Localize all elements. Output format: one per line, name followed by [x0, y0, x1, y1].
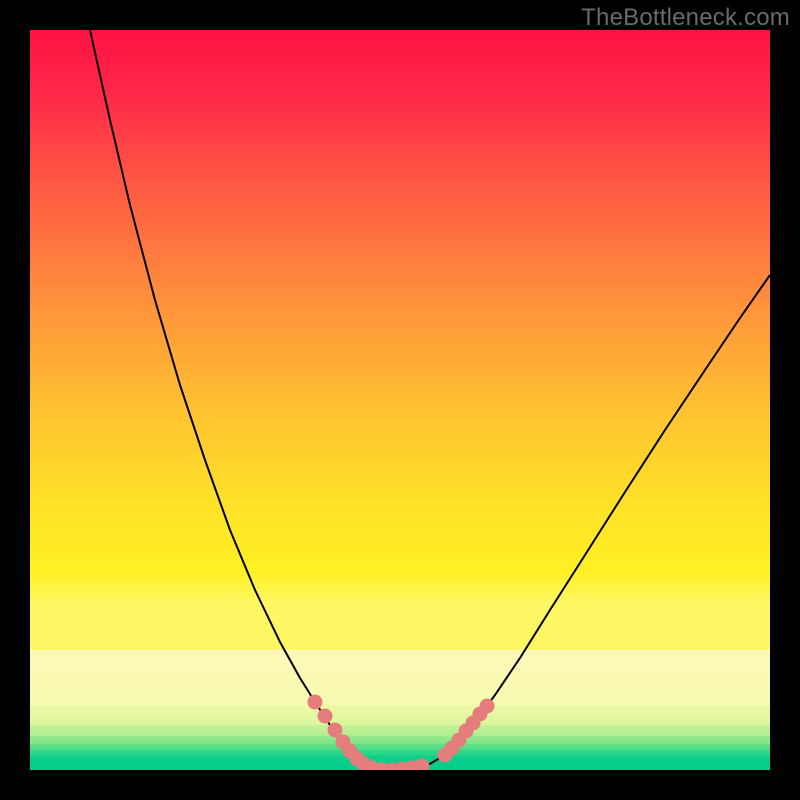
green-band [30, 744, 770, 750]
gradient-background [30, 30, 770, 705]
marker-dot [318, 709, 333, 724]
watermark-text: TheBottleneck.com [581, 4, 790, 32]
marker-dot [308, 695, 323, 710]
plot-area [30, 30, 770, 770]
marker-dot [480, 699, 495, 714]
green-band [30, 736, 770, 744]
chart-svg [30, 30, 770, 770]
green-band [30, 725, 770, 736]
green-band [30, 705, 770, 725]
chart-frame: TheBottleneck.com [0, 0, 800, 800]
green-band [30, 650, 770, 705]
green-band [30, 750, 770, 756]
